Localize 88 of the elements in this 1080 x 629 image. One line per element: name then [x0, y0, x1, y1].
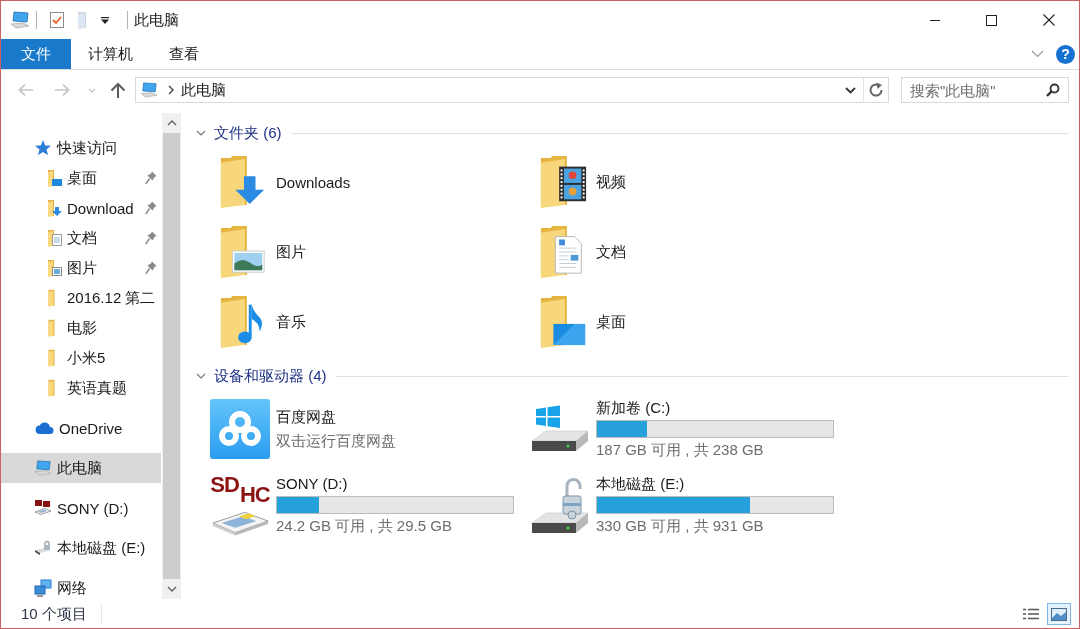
picture-folder-icon: [218, 224, 268, 280]
video-folder-icon: [538, 154, 588, 210]
drive-name: 本地磁盘 (E:): [596, 474, 685, 494]
customize-toolbar-button[interactable]: [99, 14, 111, 26]
section-header[interactable]: 文件夹 (6): [196, 123, 282, 143]
cloud-icon: [34, 421, 54, 435]
memory-card-icon: [34, 499, 52, 517]
properties-button[interactable]: [47, 9, 67, 31]
breadcrumb[interactable]: 此电脑: [181, 80, 226, 100]
nav-item[interactable]: SONY (D:): [34, 493, 129, 523]
storage-text: 330 GB 可用 , 共 931 GB: [596, 516, 764, 536]
folder-item[interactable]: 文档: [538, 224, 626, 280]
app-description: 双击运行百度网盘: [276, 431, 396, 451]
folder-item[interactable]: 视频: [538, 154, 626, 210]
folder-item[interactable]: 音乐: [218, 294, 306, 350]
folder-item[interactable]: 图片: [218, 224, 306, 280]
minimize-icon: [930, 19, 940, 21]
star-icon: [34, 139, 52, 157]
forward-arrow-icon: [54, 83, 70, 97]
chevron-right-icon: [168, 85, 174, 95]
drive-name: SONY (D:): [276, 474, 348, 494]
storage-text: 187 GB 可用 , 共 238 GB: [596, 440, 764, 460]
up-arrow-icon: [110, 81, 126, 99]
desktop-folder-icon: [538, 294, 588, 350]
help-button[interactable]: ?: [1056, 44, 1075, 64]
document-folder-icon: [46, 229, 62, 247]
nav-item[interactable]: OneDrive: [34, 413, 123, 443]
locked-drive-icon: [530, 475, 590, 535]
scrollbar-thumb[interactable]: [163, 133, 180, 579]
window-title: 此电脑: [134, 10, 179, 30]
scroll-down-icon: [166, 586, 177, 592]
folder-item[interactable]: 桌面: [538, 294, 626, 350]
chevron-down-icon: [88, 87, 96, 93]
app-name: 百度网盘: [276, 407, 336, 427]
close-icon: [1043, 14, 1055, 26]
large-icons-view-icon: [1051, 607, 1067, 621]
folder-icon: [48, 289, 55, 307]
computer-icon: [10, 11, 30, 29]
properties-icon: [49, 11, 65, 29]
folder-icon: [48, 319, 55, 337]
nav-item[interactable]: 图片: [46, 253, 97, 283]
address-bar[interactable]: 此电脑: [135, 77, 889, 103]
nav-item[interactable]: Download: [46, 193, 134, 223]
nav-item[interactable]: 小米5: [48, 343, 106, 373]
chevron-down-icon: [1031, 50, 1044, 58]
nav-item[interactable]: 桌面: [46, 163, 97, 193]
computer-icon: [34, 460, 52, 476]
windows-drive-icon: [530, 405, 590, 453]
search-icon: [1046, 83, 1060, 97]
search-field[interactable]: 搜索"此电脑": [901, 77, 1069, 103]
nav-item[interactable]: 本地磁盘 (E:): [34, 533, 146, 563]
memory-card-icon: [210, 509, 270, 537]
back-arrow-icon: [18, 83, 34, 97]
large-icons-view-button[interactable]: [1047, 603, 1071, 625]
scroll-up-icon: [166, 120, 177, 126]
nav-item[interactable]: 电影: [48, 313, 97, 343]
nav-item[interactable]: 快速访问: [34, 133, 117, 163]
folder-item[interactable]: Downloads: [218, 154, 351, 210]
nav-item[interactable]: 文档: [46, 223, 97, 253]
computer-icon: [140, 82, 158, 98]
storage-text: 24.2 GB 可用 , 共 29.5 GB: [276, 516, 452, 536]
file-tab[interactable]: 文件: [1, 39, 71, 69]
download-folder-icon: [46, 199, 62, 217]
refresh-icon: [868, 82, 884, 98]
chevron-down-icon: [844, 86, 856, 94]
nav-item[interactable]: 网络: [34, 573, 87, 600]
caret-icon: [101, 16, 109, 24]
item-count: 10 个项目: [21, 604, 87, 624]
folder-icon: [77, 11, 89, 29]
maximize-icon: [985, 14, 997, 26]
nav-item[interactable]: 此电脑: [1, 453, 161, 483]
network-icon: [34, 579, 52, 597]
folder-icon: [48, 379, 55, 397]
drive-name: 新加卷 (C:): [596, 398, 671, 418]
picture-folder-icon: [46, 259, 62, 277]
nav-item[interactable]: 英语真题: [48, 373, 127, 403]
nav-item[interactable]: 2016.12 第二: [48, 283, 156, 313]
desktop-folder-icon: [46, 169, 62, 187]
ribbon-tab[interactable]: 查看: [151, 39, 217, 69]
section-header[interactable]: 设备和驱动器 (4): [196, 366, 327, 386]
locked-drive-icon: [34, 540, 52, 556]
ribbon-tab[interactable]: 计算机: [70, 39, 151, 69]
logo-text: HC: [239, 483, 270, 507]
folder-icon: [48, 349, 55, 367]
details-view-icon: [1023, 608, 1039, 620]
scrollbar[interactable]: [162, 113, 181, 599]
app-icon: [210, 399, 270, 459]
logo-text: SD: [210, 473, 239, 497]
